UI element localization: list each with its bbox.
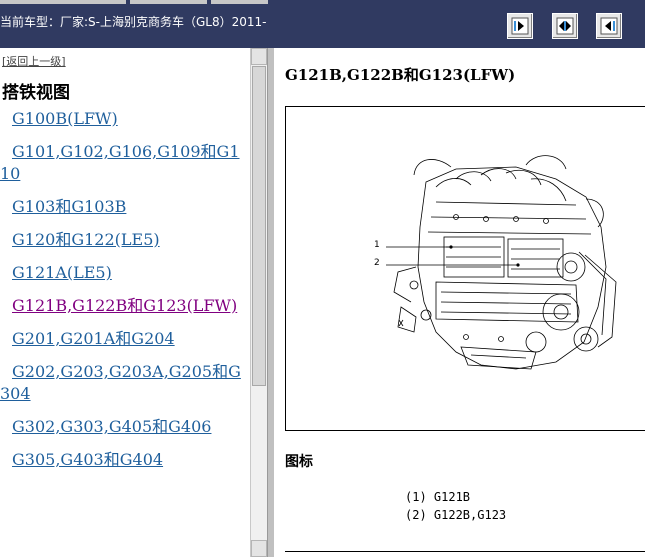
next-page-icon <box>600 17 618 35</box>
top-header-bar: 当前车型：厂家:S-上海别克商务车（GL8）2011- <box>0 0 645 48</box>
header-tab-strip <box>130 0 207 4</box>
previous-page-icon <box>511 17 529 35</box>
engine-diagram-figure: 1 2 <box>285 106 645 431</box>
toc-link-g103[interactable]: G103和G103B <box>0 196 248 218</box>
toc-link-g302[interactable]: G302,G303,G405和G406 <box>0 416 248 438</box>
toc-link-g121b[interactable]: G121B,G122B和G123(LFW) <box>0 295 248 317</box>
callout-1-dot <box>449 245 453 249</box>
scroll-thumb[interactable] <box>252 66 266 386</box>
content-panel: G121B,G122B和G123(LFW) 1 2 图标 (1) G121B (… <box>274 48 645 557</box>
back-to-parent-link[interactable]: [返回上一级] <box>2 53 66 69</box>
content-bottom-rule <box>285 551 645 552</box>
ground-view-list: G100B(LFW) G101,G102,G106,G109和G110 G103… <box>0 108 248 482</box>
next-page-button[interactable] <box>596 13 622 39</box>
toc-link-g201[interactable]: G201,G201A和G204 <box>0 328 248 350</box>
toc-link-g202[interactable]: G202,G203,G203A,G205和G304 <box>0 361 248 405</box>
contents-icon <box>556 17 574 35</box>
page-title: G121B,G122B和G123(LFW) <box>285 66 516 84</box>
header-tab-strip <box>0 0 126 4</box>
legend-title: 图标 <box>285 454 313 470</box>
legend-list: (1) G121B (2) G122B,G123 <box>405 488 506 524</box>
callout-2-label: 2 <box>374 258 380 268</box>
toc-link-g101[interactable]: G101,G102,G106,G109和G110 <box>0 141 248 185</box>
callout-2-dot <box>516 263 520 267</box>
legend-item: (1) G121B <box>405 490 471 504</box>
navigation-panel: [返回上一级] 搭铁视图 G100B(LFW) G101,G102,G106,G… <box>0 48 250 557</box>
nav-scrollbar[interactable] <box>250 48 267 557</box>
toc-link-g120[interactable]: G120和G122(LE5) <box>0 229 248 251</box>
toc-link-g305[interactable]: G305,G403和G404 <box>0 449 248 471</box>
toc-link-g100b[interactable]: G100B(LFW) <box>0 108 248 130</box>
scroll-up-button[interactable] <box>251 48 267 65</box>
toc-link-g121a[interactable]: G121A(LE5) <box>0 262 248 284</box>
section-title: 搭铁视图 <box>2 83 70 103</box>
vehicle-model-title: 当前车型：厂家:S-上海别克商务车（GL8）2011- <box>0 15 267 29</box>
contents-button[interactable] <box>552 13 578 39</box>
scroll-down-button[interactable] <box>251 540 267 557</box>
frame-splitter[interactable] <box>267 48 274 557</box>
engine-illustration <box>386 155 617 370</box>
previous-page-button[interactable] <box>507 13 533 39</box>
callout-1-label: 1 <box>374 240 380 250</box>
header-tab-strip <box>211 0 268 4</box>
legend-item: (2) G122B,G123 <box>405 508 507 522</box>
